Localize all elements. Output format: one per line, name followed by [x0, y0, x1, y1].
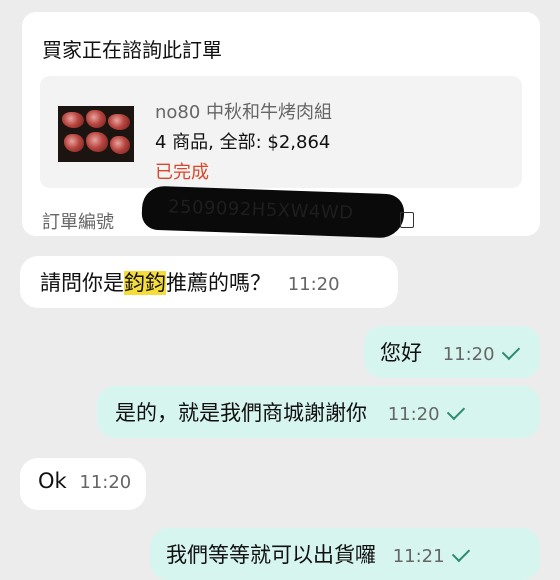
message-incoming: Ok 11:20	[20, 458, 146, 510]
product-thumbnail	[58, 106, 134, 162]
check-icon	[501, 341, 520, 361]
order-number-redaction: 2509092H5XW4WD	[141, 185, 405, 239]
message-outgoing: 是的，就是我們商城謝謝你 11:20	[97, 386, 540, 438]
message-text: 您好	[380, 341, 422, 365]
message-incoming: 請問你是鈞鈞推薦的嗎？ 11:20	[20, 256, 398, 308]
order-status: 已完成	[155, 162, 209, 183]
check-icon	[451, 543, 470, 563]
message-time: 11:20	[287, 274, 340, 295]
order-inquiry-card: 買家正在諮詢此訂單 no80 中秋和牛烤肉組 4 商品, 全部: $2,864 …	[22, 12, 540, 239]
check-icon	[446, 401, 465, 421]
order-number-label: 訂單編號	[42, 212, 114, 233]
product-name: no80 中秋和牛烤肉組	[155, 102, 333, 123]
message-time: 11:20	[442, 344, 495, 365]
highlighted-text: 鈞鈞	[124, 271, 166, 295]
message-text: 是的，就是我們商城謝謝你	[115, 401, 367, 425]
message-text: 我們等等就可以出貨囉	[166, 543, 376, 567]
message-outgoing: 您好 11:20	[364, 326, 540, 378]
order-number: 2509092H5XW4WD	[167, 196, 354, 224]
order-summary: 4 商品, 全部: $2,864	[155, 132, 331, 153]
message-text: Ok	[38, 469, 67, 493]
message-time: 11:20	[387, 404, 440, 425]
message-outgoing: 我們等等就可以出貨囉 11:21	[150, 528, 540, 580]
message-time: 11:20	[79, 472, 132, 493]
message-text: 請問你是	[40, 271, 124, 295]
product-summary[interactable]: no80 中秋和牛烤肉組 4 商品, 全部: $2,864 已完成	[40, 76, 522, 188]
copy-icon[interactable]	[400, 212, 414, 228]
message-text: 推薦的嗎？	[166, 271, 271, 295]
card-title: 買家正在諮詢此訂單	[42, 38, 222, 62]
message-time: 11:21	[392, 546, 445, 567]
